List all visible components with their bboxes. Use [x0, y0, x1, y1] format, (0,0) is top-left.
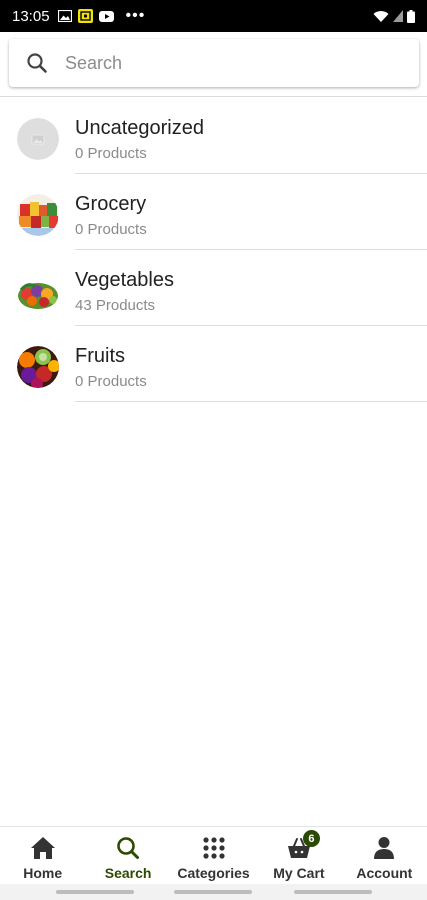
- category-item-uncategorized[interactable]: Uncategorized 0 Products: [0, 98, 427, 174]
- category-item-fruits[interactable]: Fruits 0 Products: [0, 326, 427, 402]
- header-divider: [0, 96, 427, 97]
- category-list: Uncategorized 0 Products Grocery 0 Produ…: [0, 98, 427, 402]
- system-nav-bar: [0, 884, 427, 900]
- tab-home[interactable]: Home: [0, 827, 85, 884]
- youtube-icon: [98, 10, 114, 22]
- system-icons: [373, 9, 415, 23]
- notification-icons: •••: [57, 7, 146, 25]
- tab-label: Home: [23, 865, 63, 881]
- bottom-nav: Home Search Categories 6 My Cart Account: [0, 826, 427, 884]
- status-bar: 13:05 •••: [0, 0, 427, 32]
- category-title: Fruits: [75, 345, 125, 367]
- category-product-count: 0 Products: [75, 145, 147, 162]
- search-bar[interactable]: [9, 39, 419, 87]
- search-icon: [115, 836, 141, 860]
- category-item-vegetables[interactable]: Vegetables 43 Products: [0, 250, 427, 326]
- category-product-count: 0 Products: [75, 373, 147, 390]
- tab-search[interactable]: Search: [85, 827, 170, 884]
- wifi-icon: [373, 10, 389, 22]
- category-title: Grocery: [75, 193, 147, 215]
- status-time: 13:05: [12, 7, 50, 25]
- vegetables-image: [17, 270, 59, 312]
- tab-my-cart[interactable]: 6 My Cart: [256, 827, 341, 884]
- placeholder-image-icon: [17, 118, 59, 160]
- app-screen: 13:05 ••• Search Uncategorized 0 Product…: [0, 0, 427, 900]
- signal-icon: [393, 10, 403, 22]
- battery-icon: [407, 9, 415, 23]
- category-product-count: 0 Products: [75, 221, 147, 238]
- category-product-count: 43 Products: [75, 297, 156, 314]
- list-divider: [75, 401, 427, 402]
- home-gesture-handle[interactable]: [174, 890, 252, 894]
- tab-label: Account: [356, 865, 413, 881]
- grocery-image: [17, 194, 59, 236]
- person-icon: [371, 836, 397, 860]
- grid-icon: [201, 836, 227, 860]
- back-gesture-handle[interactable]: [294, 890, 372, 894]
- search-input[interactable]: [65, 39, 405, 87]
- category-title: Vegetables: [75, 269, 174, 291]
- category-title: Uncategorized: [75, 117, 204, 139]
- gallery-icon: [57, 10, 72, 22]
- tab-label: Search: [104, 865, 152, 881]
- home-icon: [30, 836, 56, 860]
- fruits-image: [17, 346, 59, 388]
- recents-gesture-handle[interactable]: [56, 890, 134, 894]
- tab-label: Categories: [177, 865, 250, 881]
- tab-label: My Cart: [273, 865, 325, 881]
- cart-count-badge: 6: [302, 830, 320, 847]
- more-notifications-icon: •••: [125, 7, 146, 24]
- category-item-grocery[interactable]: Grocery 0 Products: [0, 174, 427, 250]
- search-icon[interactable]: [26, 52, 48, 74]
- basket-icon: 6: [286, 830, 320, 860]
- tab-categories[interactable]: Categories: [171, 827, 256, 884]
- screenshot-icon: [77, 9, 93, 23]
- tab-account[interactable]: Account: [342, 827, 427, 884]
